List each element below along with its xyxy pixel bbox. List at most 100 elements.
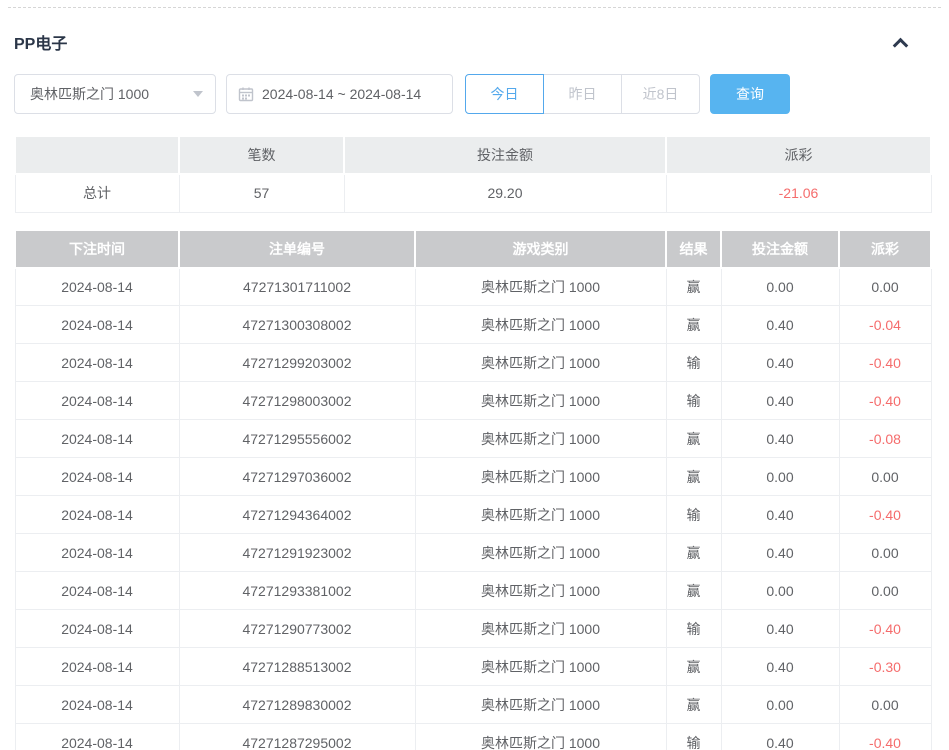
cell-game: 奥林匹斯之门 1000 (415, 496, 666, 534)
cell-payout: 0.00 (839, 268, 931, 306)
summary-total-label: 总计 (15, 174, 179, 212)
game-select[interactable]: 奥林匹斯之门 1000 (14, 74, 216, 114)
cell-bet: 0.40 (721, 610, 839, 648)
cell-payout: -0.40 (839, 610, 931, 648)
cell-result: 输 (666, 724, 721, 750)
cell-result: 赢 (666, 268, 721, 306)
cell-result: 输 (666, 610, 721, 648)
cell-payout: -0.04 (839, 306, 931, 344)
calendar-icon (238, 86, 254, 102)
cell-bet: 0.00 (721, 686, 839, 724)
cell-payout: 0.00 (839, 572, 931, 610)
cell-payout: -0.40 (839, 344, 931, 382)
cell-bet: 0.40 (721, 382, 839, 420)
cell-game: 奥林匹斯之门 1000 (415, 306, 666, 344)
cell-time: 2024-08-14 (15, 420, 179, 458)
cell-bet: 0.40 (721, 344, 839, 382)
cell-payout: -0.40 (839, 382, 931, 420)
cell-time: 2024-08-14 (15, 686, 179, 724)
cell-time: 2024-08-14 (15, 496, 179, 534)
cell-result: 赢 (666, 686, 721, 724)
cell-result: 赢 (666, 420, 721, 458)
cell-bet: 0.00 (721, 458, 839, 496)
table-row: 2024-08-1447271293381002奥林匹斯之门 1000赢 0.00… (15, 572, 931, 610)
summary-total-row: 总计 57 29.20 -21.06 (15, 174, 931, 212)
cell-result: 输 (666, 496, 721, 534)
cell-time: 2024-08-14 (15, 648, 179, 686)
cell-bet: 0.40 (721, 724, 839, 750)
detail-table-body: 2024-08-1447271301711002奥林匹斯之门 1000赢0.00… (15, 268, 931, 750)
table-row: 2024-08-1447271288513002奥林匹斯之门 1000赢0.40… (15, 648, 931, 686)
cell-order-no: 47271289830002 (179, 686, 415, 724)
date-range-input[interactable]: 2024-08-14 ~ 2024-08-14 (226, 74, 453, 114)
panel-header: PP电子 (14, 0, 930, 54)
cell-time: 2024-08-14 (15, 458, 179, 496)
table-row: 2024-08-1447271290773002奥林匹斯之门 1000输0.40… (15, 610, 931, 648)
yesterday-button[interactable]: 昨日 (543, 74, 622, 114)
cell-time: 2024-08-14 (15, 572, 179, 610)
table-row: 2024-08-1447271294364002奥林匹斯之门 1000输0.40… (15, 496, 931, 534)
cell-time: 2024-08-14 (15, 610, 179, 648)
summary-header-row: 笔数 投注金额 派彩 (15, 136, 931, 174)
cell-result: 赢 (666, 306, 721, 344)
bet-records-table: 下注时间 注单编号 游戏类别 结果 投注金额 派彩 2024-08-144727… (14, 229, 932, 750)
table-row: 2024-08-1447271287295002奥林匹斯之门 1000输0.40… (15, 724, 931, 750)
table-row: 2024-08-1447271297036002奥林匹斯之门 1000赢0.00… (15, 458, 931, 496)
date-range-value: 2024-08-14 ~ 2024-08-14 (262, 86, 421, 102)
cell-game: 奥林匹斯之门 1000 (415, 382, 666, 420)
table-row: 2024-08-1447271295556002奥林匹斯之门 1000赢0.40… (15, 420, 931, 458)
cell-payout: 0.00 (839, 458, 931, 496)
detail-header-time: 下注时间 (15, 230, 179, 268)
detail-header-game: 游戏类别 (415, 230, 666, 268)
chevron-down-icon (193, 91, 203, 97)
cell-order-no: 47271293381002 (179, 572, 415, 610)
cell-bet: 0.00 (721, 268, 839, 306)
cell-bet: 0.40 (721, 648, 839, 686)
cell-payout: -0.40 (839, 496, 931, 534)
detail-header-row: 下注时间 注单编号 游戏类别 结果 投注金额 派彩 (15, 230, 931, 268)
pp-electronic-panel: PP电子 奥林匹斯之门 1000 2024 (0, 0, 949, 750)
cell-order-no: 47271290773002 (179, 610, 415, 648)
today-button[interactable]: 今日 (465, 74, 544, 114)
cell-order-no: 47271300308002 (179, 306, 415, 344)
cell-result: 输 (666, 382, 721, 420)
page-title: PP电子 (14, 30, 67, 54)
cell-payout: 0.00 (839, 534, 931, 572)
cell-game: 奥林匹斯之门 1000 (415, 268, 666, 306)
summary-total-payout: -21.06 (666, 174, 931, 212)
detail-header-result: 结果 (666, 230, 721, 268)
summary-header-blank (15, 136, 179, 174)
cell-time: 2024-08-14 (15, 382, 179, 420)
detail-header-bet: 投注金额 (721, 230, 839, 268)
cell-result: 赢 (666, 572, 721, 610)
summary-header-count: 笔数 (179, 136, 344, 174)
cell-game: 奥林匹斯之门 1000 (415, 648, 666, 686)
cell-time: 2024-08-14 (15, 724, 179, 750)
summary-header-payout: 派彩 (666, 136, 931, 174)
table-row: 2024-08-1447271291923002奥林匹斯之门 1000赢0.40… (15, 534, 931, 572)
cell-time: 2024-08-14 (15, 306, 179, 344)
cell-payout: -0.08 (839, 420, 931, 458)
cell-result: 输 (666, 344, 721, 382)
cell-order-no: 47271291923002 (179, 534, 415, 572)
cell-game: 奥林匹斯之门 1000 (415, 458, 666, 496)
summary-table: 笔数 投注金额 派彩 总计 57 29.20 -21.06 (14, 135, 932, 213)
cell-game: 奥林匹斯之门 1000 (415, 572, 666, 610)
cell-payout: 0.00 (839, 686, 931, 724)
cell-game: 奥林匹斯之门 1000 (415, 610, 666, 648)
cell-order-no: 47271301711002 (179, 268, 415, 306)
cell-order-no: 47271299203002 (179, 344, 415, 382)
table-row: 2024-08-1447271298003002奥林匹斯之门 1000输0.40… (15, 382, 931, 420)
query-button[interactable]: 查询 (710, 74, 790, 114)
cell-game: 奥林匹斯之门 1000 (415, 534, 666, 572)
cell-bet: 0.40 (721, 534, 839, 572)
chevron-up-icon[interactable] (893, 37, 909, 53)
cell-game: 奥林匹斯之门 1000 (415, 686, 666, 724)
cell-game: 奥林匹斯之门 1000 (415, 344, 666, 382)
cell-order-no: 47271287295002 (179, 724, 415, 750)
cell-payout: -0.30 (839, 648, 931, 686)
last-8-days-button[interactable]: 近8日 (621, 74, 700, 114)
cell-result: 赢 (666, 458, 721, 496)
summary-total-bet: 29.20 (344, 174, 666, 212)
detail-header-order-no: 注单编号 (179, 230, 415, 268)
